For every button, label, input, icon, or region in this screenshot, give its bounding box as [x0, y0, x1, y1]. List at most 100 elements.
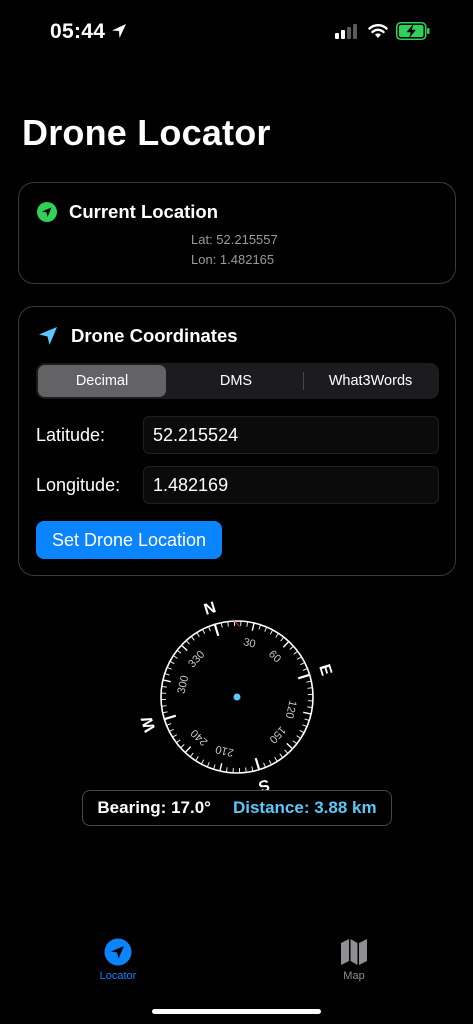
segment-decimal[interactable]: Decimal	[38, 365, 166, 397]
compass-tick	[184, 746, 192, 754]
compass-tick	[196, 632, 200, 638]
compass-tick	[176, 739, 181, 744]
compass-tick	[304, 718, 310, 721]
compass-tick	[219, 763, 223, 772]
set-drone-location-button[interactable]: Set Drone Location	[36, 521, 222, 559]
latitude-input[interactable]	[143, 416, 439, 454]
location-circle-icon	[37, 202, 57, 222]
distance-text: Distance: 3.88 km	[232, 798, 377, 817]
compass-tick	[289, 645, 294, 650]
compass-tick	[180, 644, 188, 652]
current-location-title: Current Location	[69, 201, 219, 222]
compass-tick	[213, 623, 220, 637]
degree-label: 150	[267, 724, 288, 746]
user-position-dot	[233, 693, 241, 701]
compass-tick	[299, 729, 305, 734]
drone-coordinates-header: Drone Coordinates	[37, 325, 238, 347]
degree-label: 210	[214, 743, 235, 759]
latitude-label: Latitude:	[36, 425, 106, 445]
cardinal-w: W	[138, 713, 159, 733]
compass-tick	[172, 734, 178, 738]
compass-tick	[275, 633, 279, 638]
compass-tick	[258, 624, 261, 630]
compass-tick	[169, 660, 175, 665]
compass-tick	[185, 640, 190, 645]
location-arrow-icon	[112, 24, 126, 38]
compass-tick	[202, 629, 206, 634]
tab-map[interactable]: Map	[314, 938, 394, 982]
compass-tick	[206, 762, 210, 768]
wifi-icon	[368, 24, 388, 38]
compass-tick	[300, 662, 305, 666]
compass-tick	[286, 742, 294, 750]
drone-coordinates-title: Drone Coordinates	[71, 325, 238, 346]
compass: 3060120150210240300330NESW	[138, 599, 334, 795]
compass-tick	[164, 673, 170, 676]
compass-tick	[166, 723, 172, 726]
compass-tick	[268, 760, 272, 765]
segment-what3words[interactable]: What3Words	[304, 365, 437, 397]
compass-tick	[190, 636, 195, 641]
compass-tick	[245, 767, 247, 773]
compass-tick	[225, 767, 228, 773]
compass-tick	[296, 656, 302, 660]
page-title: Drone Locator	[22, 112, 271, 153]
compass-tick	[302, 724, 308, 728]
compass-tick	[254, 757, 261, 771]
status-bar: 05:44	[0, 0, 473, 64]
compass-tick	[200, 759, 205, 765]
tab-map-label: Map	[343, 970, 365, 982]
degree-label: 60	[266, 648, 283, 665]
compass-tick	[274, 756, 278, 762]
compass-tick	[176, 649, 182, 654]
compass-tick	[292, 740, 298, 745]
compass-tick	[166, 666, 172, 670]
cardinal-e: E	[315, 663, 334, 678]
tab-locator-label: Locator	[99, 970, 137, 982]
compass-tick	[180, 744, 185, 749]
compass-tick	[173, 655, 178, 659]
bearing-text: Bearing: 17.0°	[97, 798, 211, 817]
degree-label: 30	[242, 636, 257, 650]
compass-tick	[161, 685, 167, 688]
compass-tick	[162, 711, 168, 714]
compass-tick	[213, 764, 216, 770]
compass-tick	[220, 622, 223, 628]
degree-label: 330	[186, 649, 207, 671]
compass-tick	[189, 752, 194, 758]
degree-label: 120	[283, 699, 299, 720]
compass-tick	[297, 673, 311, 680]
compass-tick	[169, 728, 174, 732]
longitude-input[interactable]	[143, 466, 439, 504]
segment-dms[interactable]: DMS	[170, 365, 302, 397]
tab-locator[interactable]: Locator	[78, 938, 158, 982]
compass-tick	[280, 636, 285, 642]
paper-plane-icon	[39, 327, 57, 345]
target-bearing-marker	[230, 617, 242, 630]
current-lon: Lon: 1.482165	[191, 252, 275, 267]
battery-charging-icon	[396, 22, 430, 40]
longitude-label: Longitude:	[36, 475, 121, 495]
compass-tick	[264, 626, 268, 632]
compass-tick	[208, 626, 211, 632]
compass-tick	[227, 621, 229, 627]
compass-tick	[284, 749, 289, 754]
compass-tick	[303, 711, 312, 715]
compass-tick	[195, 756, 199, 761]
cellular-signal-icon	[335, 24, 357, 39]
cardinal-n: N	[202, 599, 218, 619]
compass-tick	[307, 706, 313, 709]
compass-tick	[306, 680, 312, 683]
compass-tick	[302, 668, 308, 671]
home-indicator	[152, 1009, 321, 1014]
compass-tick	[251, 766, 254, 772]
latitude-row: Latitude:	[36, 416, 440, 454]
degree-label: 300	[175, 674, 191, 695]
current-location-header: Current Location	[37, 201, 218, 223]
drone-coordinates-card: Drone Coordinates Decimal DMS What3Words…	[18, 306, 456, 576]
status-time: 05:44	[50, 20, 106, 43]
current-location-card: Current Location Lat: 52.215557 Lon: 1.4…	[18, 182, 456, 284]
compass-tick	[263, 762, 266, 768]
bearing-distance-readout: Bearing: 17.0° Distance: 3.88 km	[82, 790, 392, 826]
current-lat: Lat: 52.215557	[191, 232, 278, 247]
